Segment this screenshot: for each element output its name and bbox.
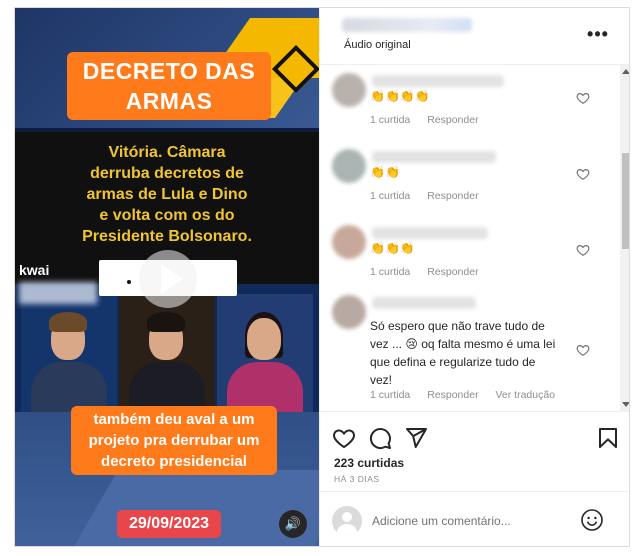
loading-dot <box>127 280 131 284</box>
mute-button[interactable]: 🔊 <box>279 510 307 538</box>
headline-line: armas de Lula e Dino <box>86 186 248 203</box>
comment-likes[interactable]: 1 curtida <box>370 190 410 202</box>
comment-likes[interactable]: 1 curtida <box>370 389 410 401</box>
comment-meta: 1 curtida Responder <box>370 114 493 126</box>
caption-line: decreto presidencial <box>101 453 247 470</box>
comment-text: 👏👏 <box>370 165 400 179</box>
add-comment-bar <box>320 491 629 546</box>
commenter-name-blurred[interactable] <box>372 75 504 87</box>
caption-line: projeto pra derrubar um <box>88 432 260 449</box>
audio-label[interactable]: Áudio original <box>344 39 411 51</box>
anchor-image <box>217 294 313 412</box>
reply-button[interactable]: Responder <box>427 266 478 278</box>
commenter-name-blurred[interactable] <box>372 227 488 239</box>
video-title-line: ARMAS <box>125 88 213 114</box>
avatar[interactable] <box>332 225 366 259</box>
reply-button[interactable]: Responder <box>427 190 478 202</box>
comments-list: 👏👏👏👏 1 curtida Responder 👏👏 1 curtida Re… <box>320 65 620 411</box>
headline-line: derruba decretos de <box>90 165 244 182</box>
commenter-name-blurred[interactable] <box>372 151 496 163</box>
likes-count[interactable]: 223 curtidas <box>334 456 404 470</box>
headline-line: e volta com os do <box>99 207 235 224</box>
post-header: Áudio original ••• <box>320 8 629 65</box>
headline-line: Presidente Bolsonaro. <box>82 228 252 245</box>
caption-line: também deu aval a um <box>93 411 255 428</box>
scroll-down-arrow-icon[interactable] <box>622 402 629 407</box>
comment-meta: 1 curtida Responder Ver tradução <box>370 389 569 401</box>
heart-icon[interactable] <box>332 426 356 450</box>
date-badge: 29/09/2023 <box>117 510 221 538</box>
avatar[interactable] <box>332 73 366 107</box>
comment-input[interactable] <box>372 511 568 531</box>
commenter-name-blurred[interactable] <box>372 297 476 309</box>
comment-text: 👏👏👏 <box>370 241 415 255</box>
comments-scrollbar[interactable] <box>620 65 629 411</box>
heart-icon[interactable] <box>576 91 590 105</box>
comment-meta: 1 curtida Responder <box>370 190 493 202</box>
comment-text: 👏👏👏👏 <box>370 89 430 103</box>
more-options-icon[interactable]: ••• <box>586 24 610 44</box>
comment-icon[interactable] <box>368 426 392 450</box>
reply-button[interactable]: Responder <box>427 114 478 126</box>
post-time: HÁ 3 DIAS <box>334 474 380 484</box>
blurred-watermark <box>19 282 97 304</box>
instagram-post-modal: DECRETO DAS ARMAS Vitória. Câmara derrub… <box>14 7 630 547</box>
username-blurred[interactable] <box>342 18 472 32</box>
comment-text: Só espero que não trave tudo de vez ... … <box>370 319 556 387</box>
post-actions: 223 curtidas HÁ 3 DIAS <box>320 411 629 491</box>
video-player[interactable]: DECRETO DAS ARMAS Vitória. Câmara derrub… <box>15 8 319 546</box>
kwai-watermark: kwai <box>19 262 50 278</box>
scroll-up-arrow-icon[interactable] <box>622 69 629 74</box>
see-translation-button[interactable]: Ver tradução <box>496 389 556 401</box>
bookmark-icon[interactable] <box>596 426 620 450</box>
scrollbar-thumb[interactable] <box>622 153 629 249</box>
heart-icon[interactable] <box>576 343 590 357</box>
comment-likes[interactable]: 1 curtida <box>370 114 410 126</box>
emoji-icon[interactable] <box>580 508 604 532</box>
video-title-line: DECRETO DAS <box>82 58 256 84</box>
play-icon[interactable] <box>161 264 183 294</box>
comment-meta: 1 curtida Responder <box>370 266 493 278</box>
heart-icon[interactable] <box>576 167 590 181</box>
share-icon[interactable] <box>404 426 428 450</box>
heart-icon[interactable] <box>576 243 590 257</box>
avatar[interactable] <box>332 149 366 183</box>
avatar[interactable] <box>332 295 366 329</box>
anchor-image <box>21 294 117 412</box>
post-side-panel: Áudio original ••• 👏👏👏👏 1 curtida Respon… <box>319 8 629 546</box>
speaker-icon: 🔊 <box>284 516 302 531</box>
video-caption-banner: também deu aval a um projeto pra derruba… <box>71 406 277 475</box>
video-title-banner: DECRETO DAS ARMAS <box>67 52 271 120</box>
comment-likes[interactable]: 1 curtida <box>370 266 410 278</box>
reply-button[interactable]: Responder <box>427 389 478 401</box>
reporter-image <box>119 294 215 412</box>
user-avatar <box>332 506 362 536</box>
video-headline: Vitória. Câmara derruba decretos de arma… <box>35 142 299 247</box>
headline-line: Vitória. Câmara <box>108 144 226 161</box>
